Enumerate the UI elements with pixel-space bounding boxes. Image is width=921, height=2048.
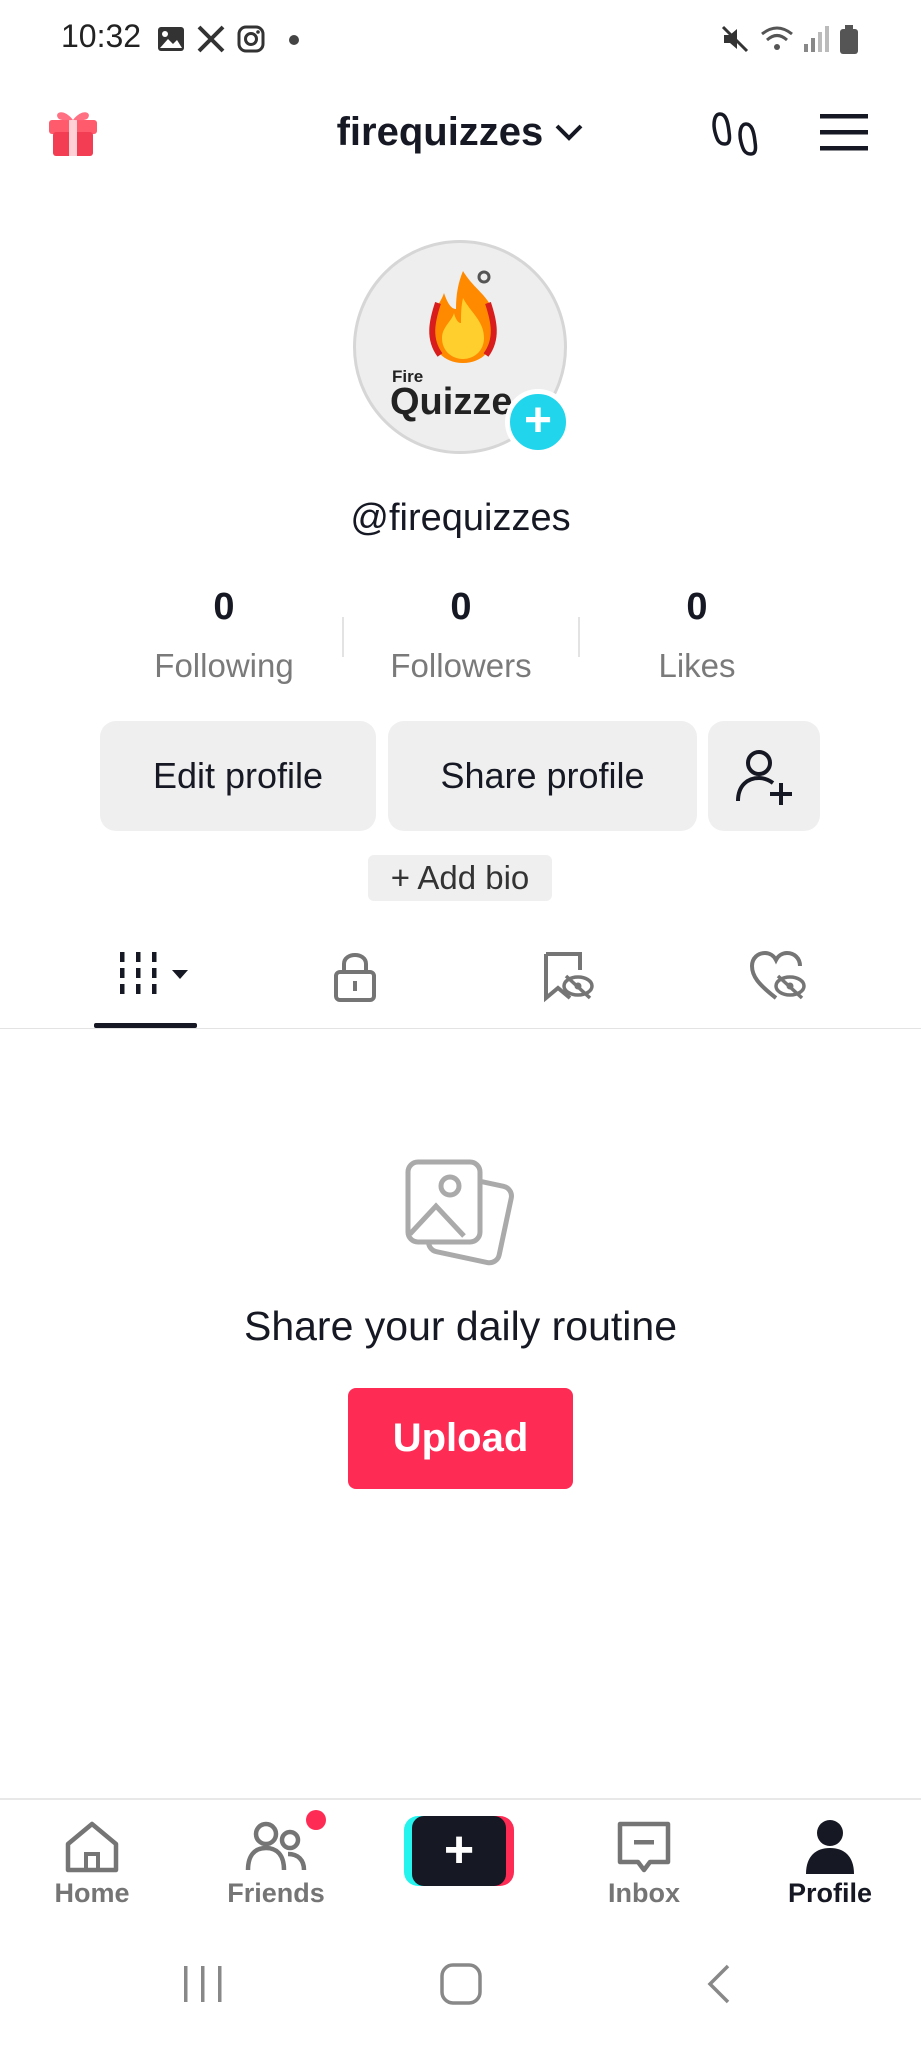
profile-switcher[interactable]: firequizzes — [0, 108, 921, 155]
instagram-icon — [237, 25, 265, 53]
mute-icon — [721, 25, 749, 53]
chevron-down-icon — [556, 125, 583, 142]
stat-likes-label: Likes — [658, 647, 736, 684]
home-icon[interactable] — [62, 1818, 122, 1876]
bottom-nav-divider — [0, 1798, 921, 1800]
profile-handle: @firequizzes — [350, 497, 571, 539]
x-icon — [197, 25, 225, 53]
stat-divider — [578, 617, 580, 657]
status-time: 10:32 — [61, 18, 142, 54]
stat-followers-label: Followers — [390, 647, 532, 684]
tabs-divider — [0, 1028, 921, 1029]
stat-likes[interactable]: 0 Likes — [597, 586, 797, 685]
avatar-text-large: Quizze — [390, 381, 513, 423]
nav-profile-label[interactable]: Profile — [750, 1878, 910, 1909]
stat-likes-value: 0 — [686, 586, 708, 628]
recent-apps-icon[interactable] — [180, 1962, 226, 2006]
videos-grid-icon — [120, 952, 188, 994]
wifi-icon — [761, 26, 793, 50]
signal-icon — [804, 26, 829, 52]
add-friend-button[interactable] — [708, 721, 820, 831]
back-icon[interactable] — [700, 1962, 740, 2006]
friends-icon[interactable] — [244, 1818, 310, 1874]
upload-button[interactable]: Upload — [348, 1388, 573, 1489]
inbox-icon[interactable] — [616, 1820, 672, 1876]
tab-videos[interactable] — [110, 948, 198, 1000]
add-avatar-button[interactable]: + — [505, 389, 571, 455]
lock-icon[interactable] — [330, 948, 380, 1004]
gallery-icon — [158, 27, 184, 51]
empty-state-title: Share your daily routine — [243, 1303, 678, 1349]
friends-notification-dot — [306, 1810, 326, 1830]
add-bio-button[interactable]: + Add bio — [368, 855, 552, 901]
stat-following[interactable]: 0 Following — [124, 586, 324, 685]
stat-following-value: 0 — [213, 586, 235, 628]
battery-icon — [840, 25, 858, 54]
nav-home-label[interactable]: Home — [12, 1878, 172, 1909]
dot-icon — [289, 35, 299, 45]
heart-hidden-icon[interactable] — [748, 948, 808, 1004]
menu-icon[interactable] — [818, 110, 870, 154]
nav-inbox-label[interactable]: Inbox — [564, 1878, 724, 1909]
stat-followers-value: 0 — [450, 586, 472, 628]
add-person-icon — [736, 750, 792, 805]
eye-off-tag-icon[interactable] — [540, 948, 596, 1004]
edit-profile-button[interactable]: Edit profile — [100, 721, 376, 831]
home-system-icon[interactable] — [438, 1962, 484, 2006]
header-username: firequizzes — [336, 109, 544, 154]
profile-icon[interactable] — [804, 1818, 856, 1876]
create-button[interactable]: + — [404, 1816, 514, 1886]
stat-followers[interactable]: 0 Followers — [361, 586, 561, 685]
stat-divider — [342, 617, 344, 657]
photos-placeholder-icon — [405, 1159, 514, 1266]
footprints-icon[interactable] — [710, 108, 762, 160]
nav-friends-label[interactable]: Friends — [196, 1878, 356, 1909]
create-plus-icon: + — [412, 1816, 506, 1886]
share-profile-button[interactable]: Share profile — [388, 721, 697, 831]
stat-following-label: Following — [154, 647, 294, 684]
